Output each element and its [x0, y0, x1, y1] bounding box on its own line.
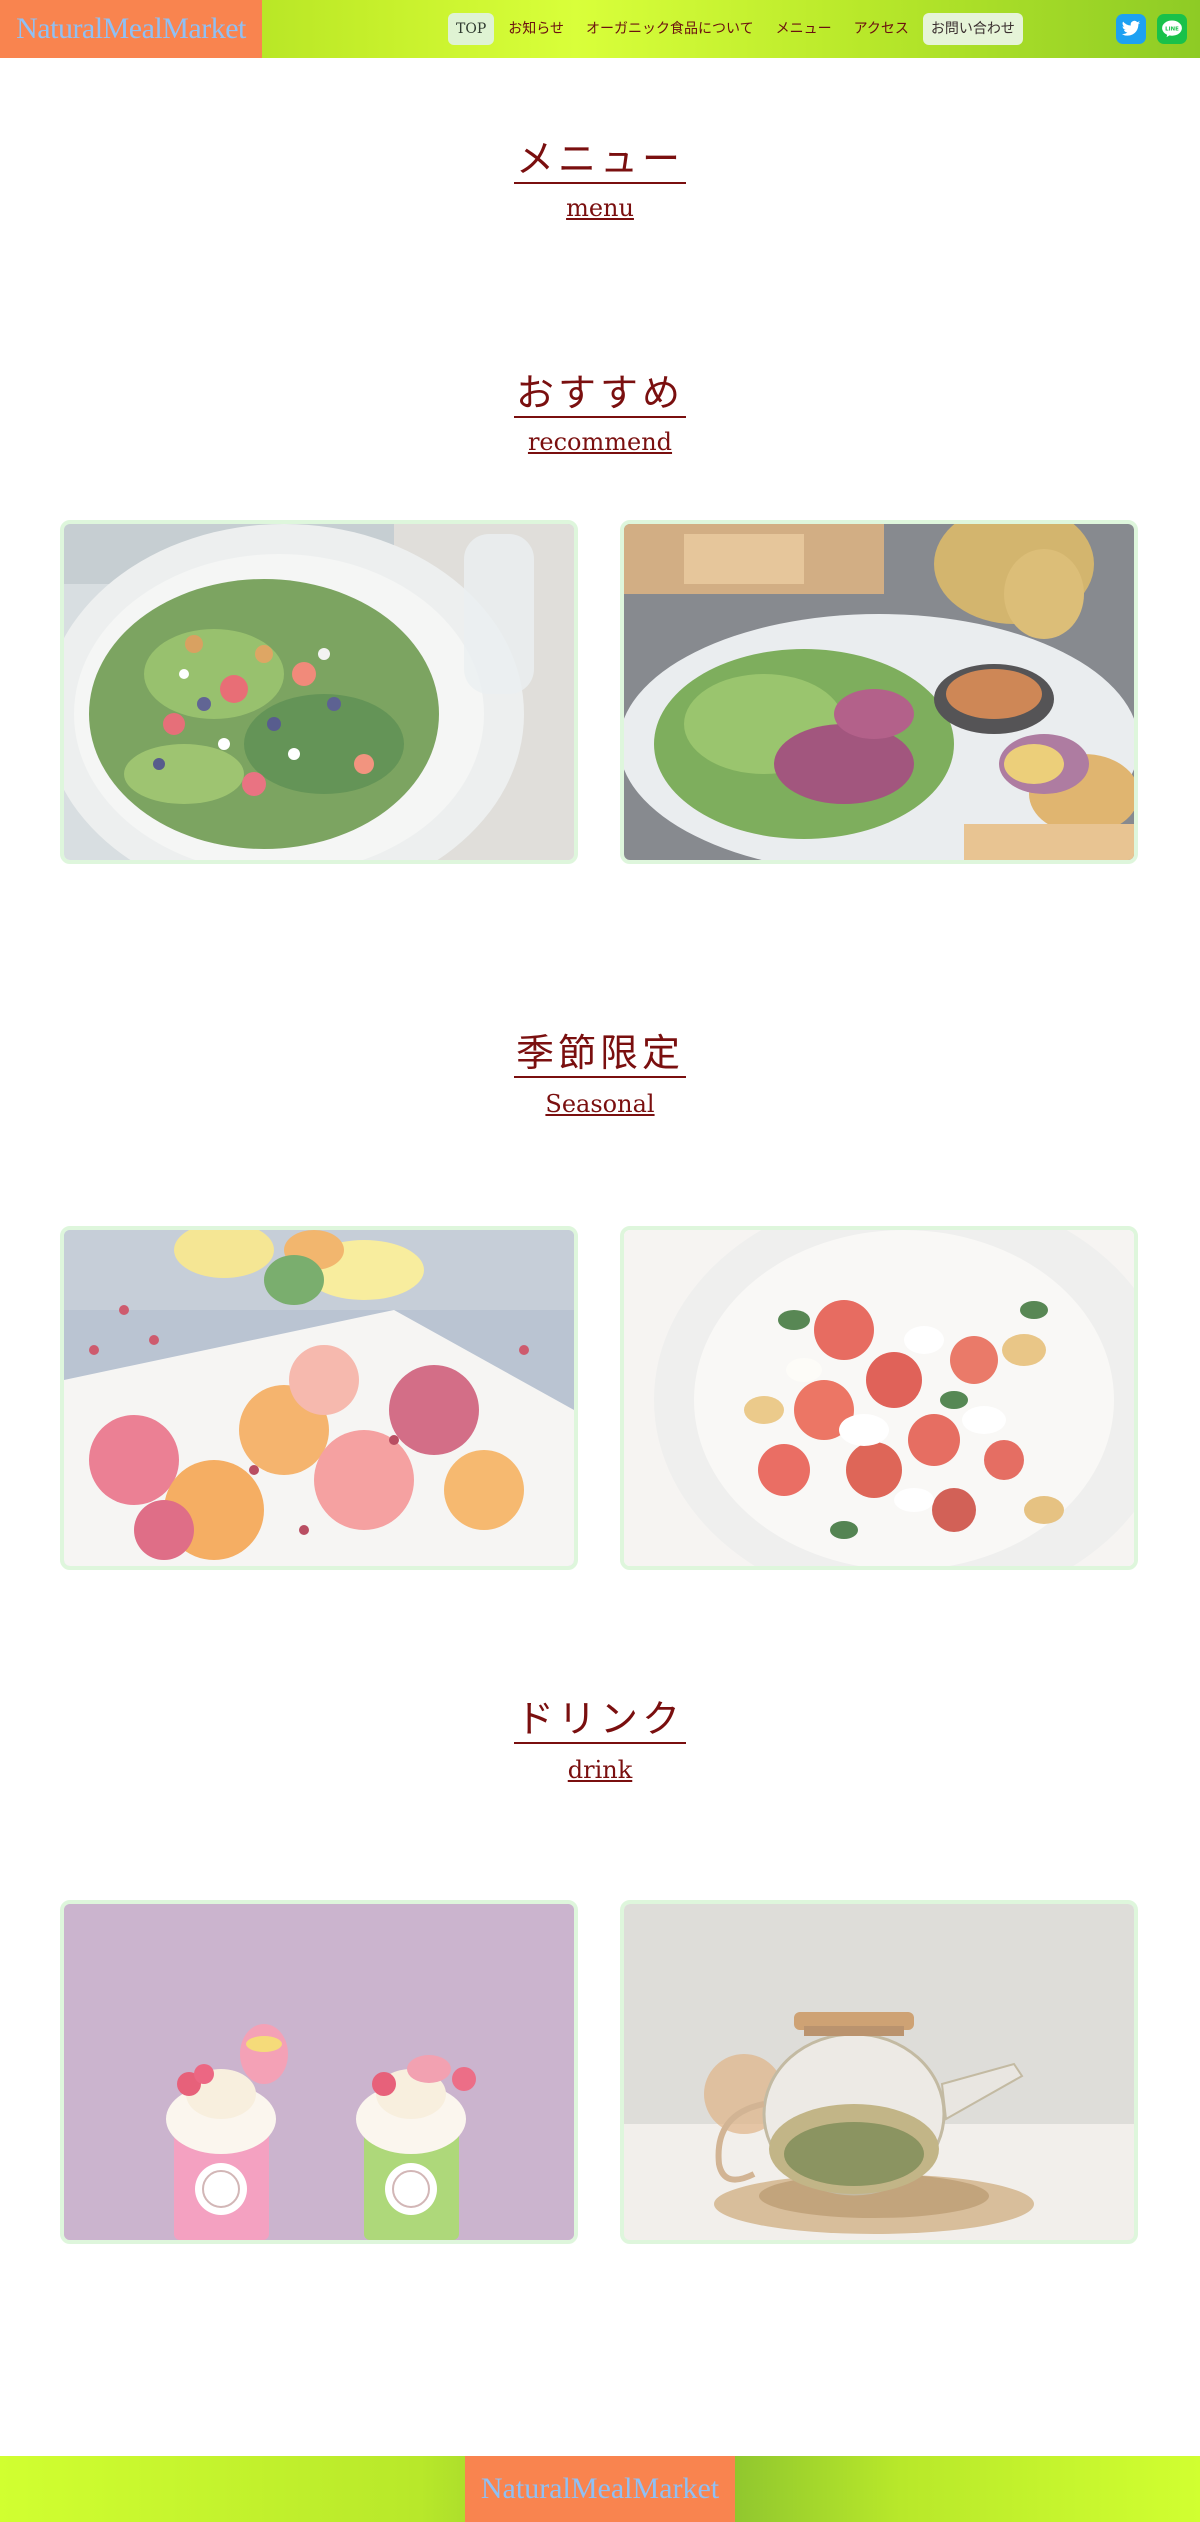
section-title-wrap: おすすめ	[0, 370, 1200, 418]
nav-news[interactable]: お知らせ	[500, 13, 572, 45]
salad-plate-with-toast-image[interactable]	[620, 520, 1138, 864]
site-header: NaturalMealMarket TOP お知らせ オーガニック食品について …	[0, 0, 1200, 58]
twitter-icon[interactable]	[1116, 14, 1146, 44]
section-subtitle-recommend: recommend	[527, 428, 673, 456]
section-title-wrap: 季節限定	[0, 1030, 1200, 1078]
salad-with-berries-image[interactable]	[60, 520, 578, 864]
citrus-pomegranate-plate-image[interactable]	[60, 1226, 578, 1570]
section-subtitle-drink: drink	[567, 1756, 633, 1784]
nav-access[interactable]: アクセス	[846, 13, 917, 45]
section-title-drink: ドリンク	[513, 1696, 686, 1744]
section-subtitle-wrap: recommend	[0, 428, 1200, 456]
main-nav: TOP お知らせ オーガニック食品について メニュー アクセス お問い合わせ	[448, 13, 1029, 45]
nav-organic[interactable]: オーガニック食品について	[578, 13, 762, 45]
brand-name: NaturalMealMarket	[16, 12, 246, 45]
footer-logo[interactable]: NaturalMealMarket	[465, 2456, 735, 2522]
section-title-seasonal: 季節限定	[513, 1030, 686, 1078]
site-footer: NaturalMealMarket	[0, 2456, 1200, 2522]
page-title: メニュー	[513, 136, 686, 184]
section-subtitle-wrap: drink	[0, 1756, 1200, 1784]
tomato-mozzarella-salad-image[interactable]	[620, 1226, 1138, 1570]
site-logo[interactable]: NaturalMealMarket	[0, 0, 262, 58]
nav-contact[interactable]: お問い合わせ	[922, 13, 1023, 45]
footer-brand-name: NaturalMealMarket	[480, 2472, 720, 2505]
line-icon-label: LINE	[1165, 26, 1179, 32]
section-subtitle-seasonal: Seasonal	[545, 1090, 655, 1118]
section-title-wrap: ドリンク	[0, 1696, 1200, 1744]
page-title-wrap: メニュー	[0, 136, 1200, 184]
page-subtitle-wrap: menu	[0, 194, 1200, 222]
nav-top[interactable]: TOP	[448, 13, 495, 45]
glass-teapot-image[interactable]	[620, 1900, 1138, 2244]
nav-menu[interactable]: メニュー	[768, 13, 840, 45]
strawberry-matcha-shakes-image[interactable]	[60, 1900, 578, 2244]
page-subtitle: menu	[566, 194, 634, 222]
section-title-recommend: おすすめ	[513, 370, 686, 418]
line-icon[interactable]: LINE	[1157, 14, 1187, 44]
section-subtitle-wrap: Seasonal	[0, 1090, 1200, 1118]
